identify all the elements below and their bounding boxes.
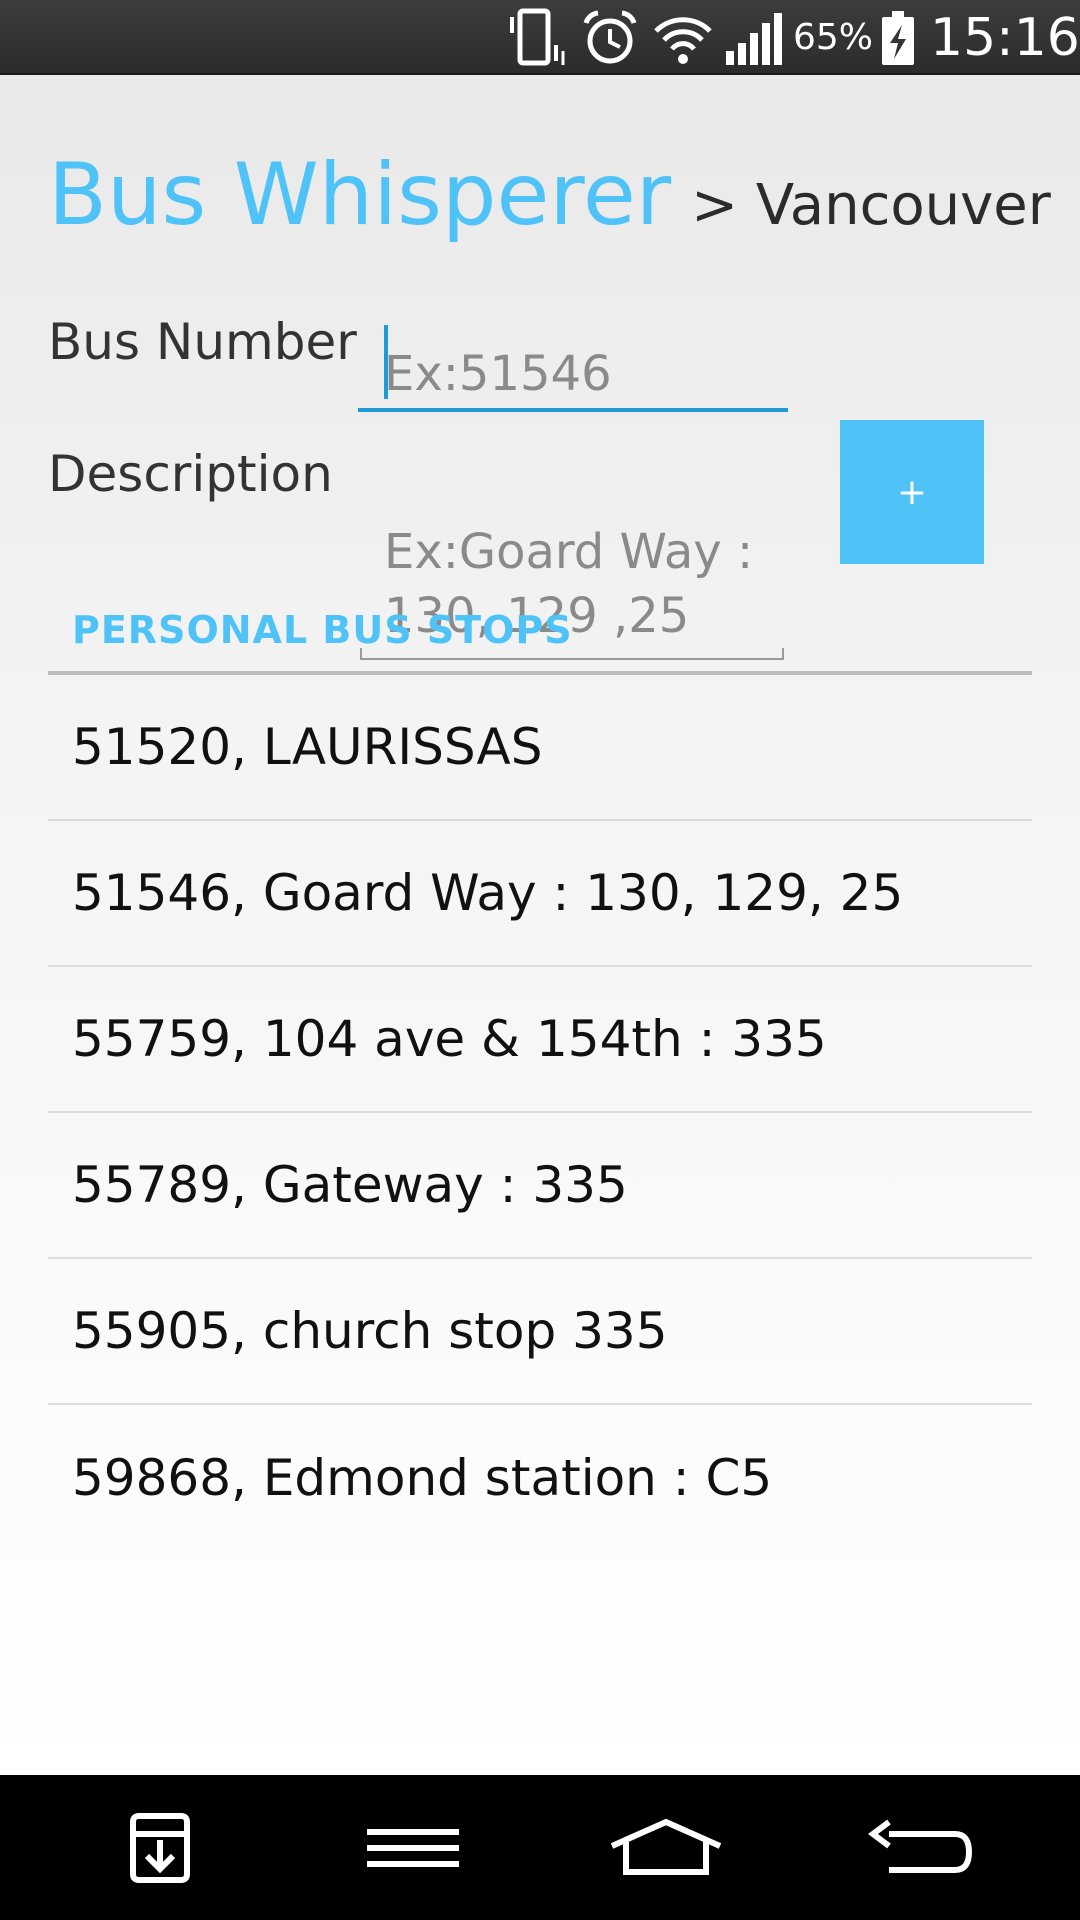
clock-time: 15:16: [930, 7, 1080, 68]
signal-icon: [722, 0, 784, 75]
battery-percent: 65%: [793, 17, 874, 58]
bus-number-label: Bus Number: [48, 313, 357, 371]
add-stop-button[interactable]: +: [840, 420, 984, 564]
description-label: Description: [48, 445, 333, 503]
home-icon[interactable]: [576, 1775, 756, 1920]
list-item[interactable]: 51546, Goard Way : 130, 129, 25: [48, 821, 1032, 967]
list-item[interactable]: 59868, Edmond station : C5: [48, 1405, 1032, 1551]
list-item[interactable]: 55905, church stop 335: [48, 1259, 1032, 1405]
back-icon[interactable]: [830, 1775, 1010, 1920]
battery-charging-icon: [878, 0, 918, 75]
city-breadcrumb: > Vancouver: [691, 173, 1051, 238]
section-header: PERSONAL BUS STOPS: [72, 608, 573, 652]
screen: 65% 15:16 Bus Whisperer > Vancouver Bus …: [0, 0, 1080, 1920]
list-item[interactable]: 55789, Gateway : 335: [48, 1113, 1032, 1259]
menu-icon[interactable]: [323, 1775, 503, 1920]
bus-number-field[interactable]: [358, 320, 788, 412]
page-title: Bus Whisperer > Vancouver: [48, 145, 1051, 245]
app-name: Bus Whisperer: [48, 145, 672, 245]
list-item[interactable]: 51520, LAURISSAS: [48, 675, 1032, 821]
bus-stop-list: 51520, LAURISSAS 51546, Goard Way : 130,…: [48, 675, 1032, 1551]
download-icon[interactable]: [70, 1775, 250, 1920]
wifi-icon: [652, 0, 714, 75]
alarm-icon: [580, 0, 640, 75]
status-bar: 65% 15:16: [0, 0, 1080, 75]
navigation-bar: [0, 1775, 1080, 1920]
text-cursor: [384, 325, 388, 399]
list-item[interactable]: 55759, 104 ave & 154th : 335: [48, 967, 1032, 1113]
field-underline-tick: [782, 648, 784, 658]
app-content: Bus Whisperer > Vancouver Bus Number Des…: [0, 75, 1080, 1775]
vibrate-icon: [508, 0, 568, 75]
